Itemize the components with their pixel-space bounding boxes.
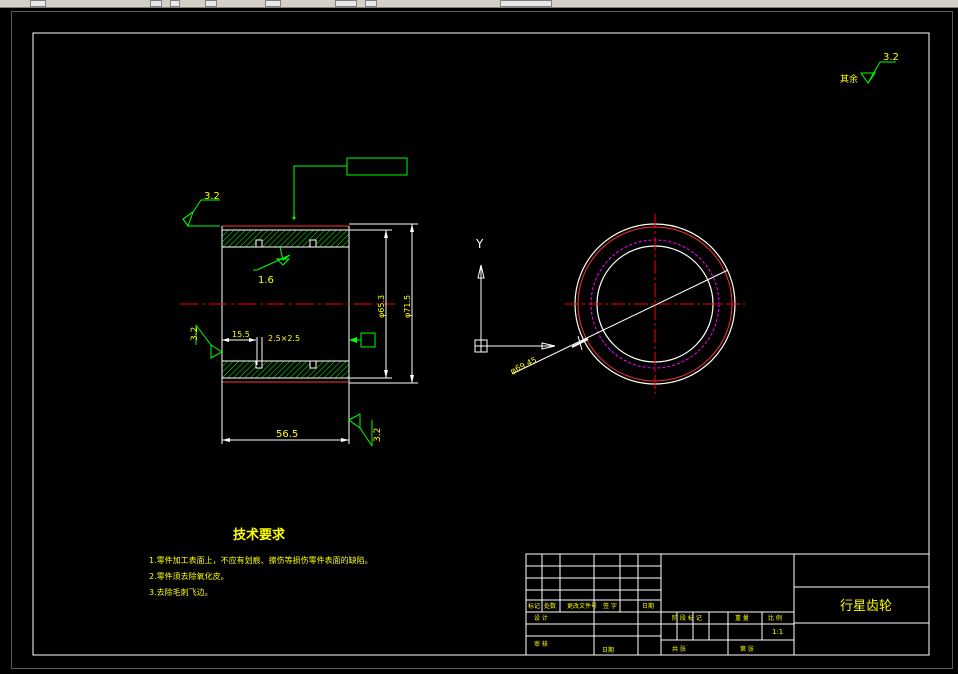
roughness-symbol-bottom: 3.2 [348, 413, 383, 447]
title-block-label: 更改文件号 [567, 602, 597, 610]
datum-marker [349, 332, 376, 348]
dimension-text: φ71.5 [403, 295, 412, 318]
title-block-label: 设 计 [534, 614, 548, 622]
roughness-symbol-top: 3.2 [182, 191, 220, 228]
title-block-scale: 1:1 [772, 628, 783, 636]
title-block-label: 日期 [642, 602, 654, 610]
tech-note: 1.零件加工表面上，不应有划痕、擦伤等损伤零件表面的缺陷。 [149, 555, 373, 565]
dimension-length: 56.5 [222, 429, 349, 442]
title-block-label: 审 核 [534, 640, 548, 648]
title-block-label: 比 例 [768, 614, 782, 622]
side-view: φ69.45 [509, 214, 745, 394]
tolerance-frame [292, 157, 408, 220]
title-block-label: 标记 [528, 602, 540, 610]
roughness-general-label: 其余 [840, 73, 858, 85]
title-block-text: 标记 处数 更改文件号 签 字 日期 设 计 审 核 日期 阶 段 标 记 重 … [528, 599, 892, 654]
roughness-value: 3.2 [373, 428, 383, 442]
roughness-symbol-left: 3.2 [190, 324, 223, 359]
title-block-label: 共 张 [672, 645, 686, 653]
dimension-text: φ69.45 [509, 355, 538, 375]
roughness-value: 1.6 [258, 275, 274, 286]
roughness-general: 其余 3.2 [840, 52, 899, 85]
dimension-text: 15.5 [232, 330, 250, 339]
dimension-text: φ65.3 [377, 295, 386, 318]
tech-requirements: 技术要求 1.零件加工表面上，不应有划痕、擦伤等损伤零件表面的缺陷。 2.零件须… [149, 527, 373, 597]
dimension-text: 56.5 [276, 429, 298, 440]
title-block-label: 重 量 [735, 614, 749, 622]
title-block-label: 日期 [602, 646, 614, 654]
title-block-label: 阶 段 标 记 [672, 614, 702, 622]
roughness-symbol-inner: 1.6 [253, 246, 291, 286]
title-block-label: 第 张 [740, 645, 754, 653]
wall-bottom [221, 360, 350, 379]
cad-drawing[interactable]: 3.2 3.2 3.2 1.6 56.5 15.5 2.5×2.5 φ65.3 … [0, 0, 958, 674]
dimension-groove: 15.5 2.5×2.5 [222, 330, 300, 343]
roughness-value: 3.2 [190, 327, 200, 341]
dimension-text: 2.5×2.5 [268, 334, 300, 343]
ucs-axis-label: Y [475, 237, 484, 251]
title-block-label: 处数 [544, 602, 556, 610]
roughness-value: 3.2 [883, 52, 899, 63]
part-name: 行星齿轮 [840, 599, 892, 614]
ucs-icon[interactable]: Y [474, 237, 556, 353]
roughness-value: 3.2 [204, 191, 220, 202]
wall-top [221, 229, 350, 248]
tech-note: 3.去除毛刺飞边。 [149, 587, 213, 597]
tech-note: 2.零件须去除氧化皮。 [149, 571, 229, 581]
title-block-label: 签 字 [603, 602, 617, 610]
tech-title: 技术要求 [233, 527, 286, 543]
